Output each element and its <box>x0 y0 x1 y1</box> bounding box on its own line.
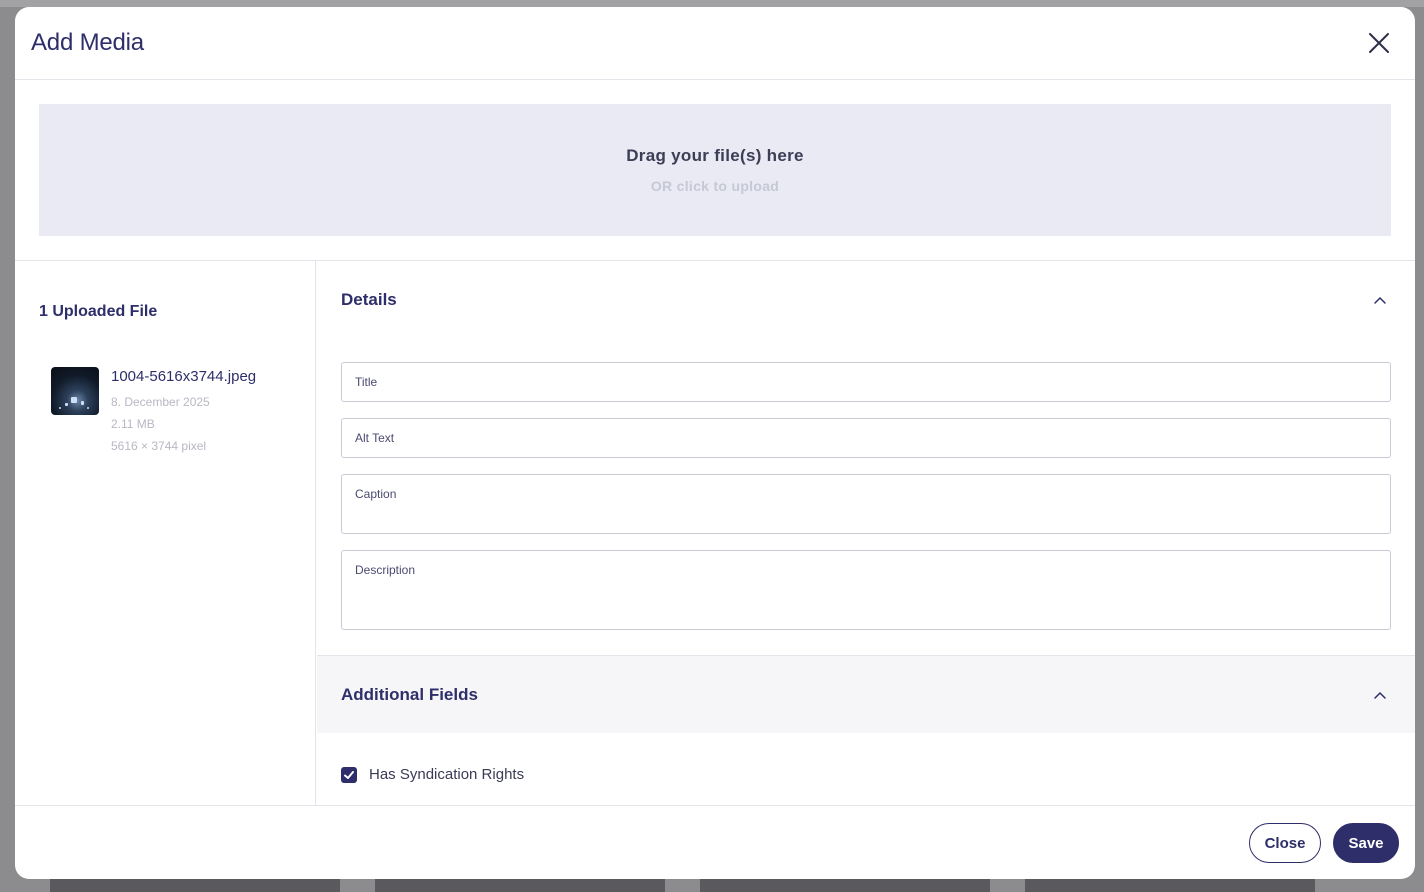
check-icon <box>344 770 354 779</box>
modal-header: Add Media <box>15 7 1415 80</box>
details-heading: Details <box>341 290 397 309</box>
chevron-up-icon <box>1374 296 1386 304</box>
uploaded-file-item[interactable]: 1004-5616x3744.jpeg 8. December 2025 2.1… <box>51 365 301 457</box>
uploaded-files-pane: 1 Uploaded File 1004-5616x3744.jpeg 8. D… <box>15 261 316 805</box>
details-section-header[interactable]: Details <box>317 261 1415 339</box>
modal-footer: Close Save <box>15 807 1415 879</box>
file-dropzone[interactable]: Drag your file(s) here OR click to uploa… <box>39 104 1391 236</box>
chevron-up-icon <box>1374 691 1386 699</box>
title-field-label: Title <box>355 375 378 389</box>
alt-text-field[interactable]: Alt Text <box>341 418 1391 458</box>
file-date: 8. December 2025 <box>111 395 210 409</box>
title-field[interactable]: Title <box>341 362 1391 402</box>
background-card <box>700 878 990 892</box>
alt-text-field-label: Alt Text <box>355 431 395 445</box>
caption-field[interactable]: Caption <box>341 474 1391 534</box>
dropzone-sub-text: OR click to upload <box>650 178 780 194</box>
dropzone-main-text: Drag your file(s) here <box>626 146 804 165</box>
file-size: 2.11 MB <box>111 417 155 431</box>
details-pane: Details Title Alt Text Caption Descripti… <box>317 261 1415 805</box>
additional-fields-section-header[interactable]: Additional Fields <box>317 655 1415 733</box>
close-button[interactable]: Close <box>1249 823 1321 863</box>
add-media-modal: Add Media Drag your file(s) here OR clic… <box>15 7 1415 879</box>
syndication-rights-checkbox[interactable] <box>341 766 357 783</box>
background-card <box>375 878 665 892</box>
syndication-rights-checkbox-row[interactable]: Has Syndication Rights <box>341 766 524 783</box>
media-body: 1 Uploaded File 1004-5616x3744.jpeg 8. D… <box>15 260 1415 806</box>
modal-title: Add Media <box>31 29 144 56</box>
uploaded-files-title: 1 Uploaded File <box>39 303 158 320</box>
caption-field-label: Caption <box>355 487 397 501</box>
file-name: 1004-5616x3744.jpeg <box>111 368 257 385</box>
description-field[interactable]: Description <box>341 550 1391 630</box>
background-app <box>0 0 1424 7</box>
syndication-rights-label: Has Syndication Rights <box>369 766 525 783</box>
file-thumbnail <box>51 367 99 415</box>
save-button[interactable]: Save <box>1333 823 1399 863</box>
background-card <box>1025 878 1315 892</box>
description-field-label: Description <box>355 563 416 577</box>
additional-fields-heading: Additional Fields <box>341 684 478 704</box>
close-icon[interactable] <box>1367 31 1391 55</box>
background-card <box>50 878 340 892</box>
file-dimensions: 5616 × 3744 pixel <box>111 439 207 453</box>
